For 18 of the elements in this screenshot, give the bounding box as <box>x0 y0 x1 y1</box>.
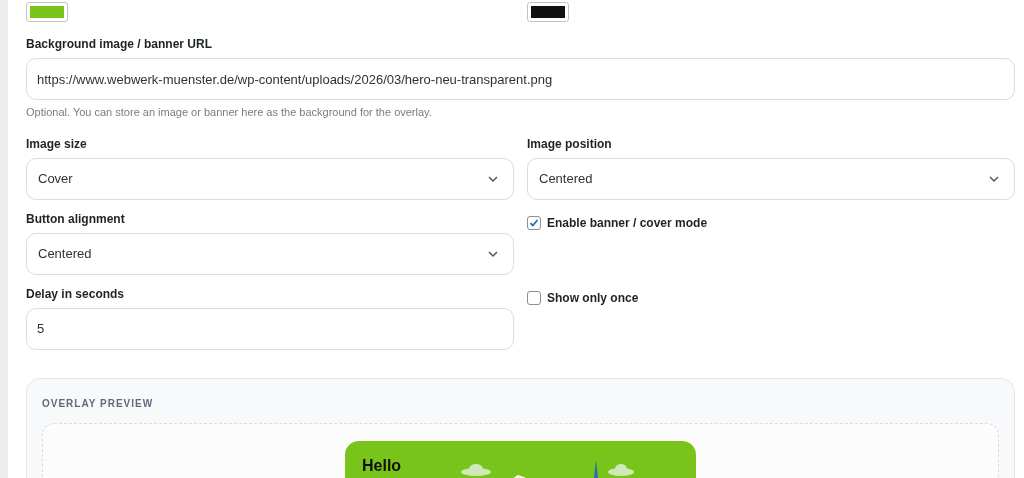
field-label: Button alignment <box>26 210 126 228</box>
checkbox-label: Show only once <box>547 289 639 307</box>
field-label: Image size <box>26 135 88 153</box>
field-label: Image position <box>527 135 613 153</box>
field-label: Background image / banner URL <box>26 36 214 53</box>
select-field[interactable]: Centered <box>26 232 514 275</box>
select-field[interactable]: Centered <box>527 157 1015 200</box>
delay-input-field[interactable]: 5 <box>26 307 514 350</box>
field-label: Delay in seconds <box>26 285 126 303</box>
preview-title: OVERLAY PREVIEW <box>42 396 155 411</box>
checkbox[interactable] <box>527 215 541 230</box>
banner-heading: Hello <box>362 457 402 476</box>
help-text: Optional. You can store an image or banner here as the background for the overlay. <box>26 105 433 120</box>
url-input-field[interactable]: https://www.webwerk-muenster.de/wp-content/uploads/2026/03/hero-neu-transparent.png <box>26 58 1015 100</box>
select-field[interactable]: Cover <box>26 157 514 200</box>
checkbox[interactable] <box>527 290 541 305</box>
checkbox-label: Enable banner / cover mode <box>547 214 708 232</box>
checkmark-icon <box>529 217 539 228</box>
